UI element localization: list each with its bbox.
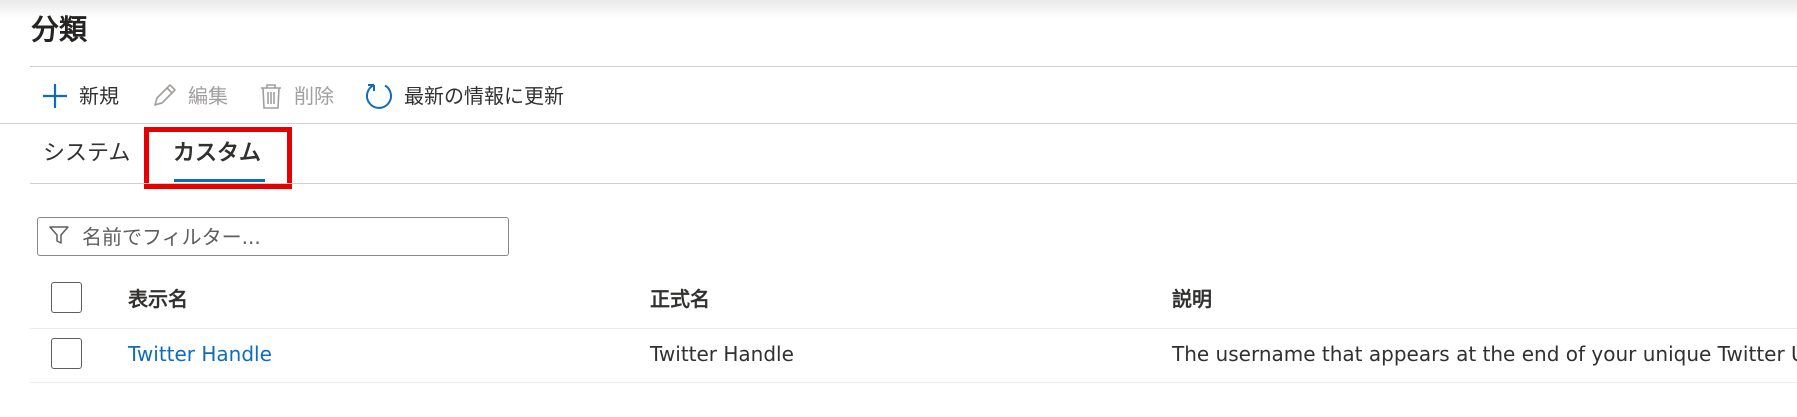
- row-divider: [30, 382, 1797, 383]
- column-header-formal-name[interactable]: 正式名: [650, 283, 710, 315]
- filter-icon: [48, 224, 70, 250]
- column-header-description[interactable]: 説明: [1172, 283, 1212, 315]
- title-divider: [30, 66, 1797, 67]
- row-checkbox[interactable]: [51, 338, 82, 369]
- refresh-icon: [364, 81, 394, 111]
- edit-button[interactable]: 編集: [150, 78, 228, 114]
- filter-input[interactable]: [80, 223, 484, 250]
- row-display-name-link[interactable]: Twitter Handle: [128, 338, 272, 370]
- filter-box: [37, 217, 509, 256]
- refresh-button-label: 最新の情報に更新: [404, 84, 564, 108]
- tab-system[interactable]: システム: [43, 136, 130, 172]
- row-formal-name: Twitter Handle: [650, 342, 794, 366]
- toolbar-divider: [0, 123, 1797, 124]
- tabs-divider: [30, 183, 1797, 184]
- refresh-button[interactable]: 最新の情報に更新: [364, 78, 564, 114]
- delete-icon: [258, 82, 284, 110]
- edit-button-label: 編集: [188, 84, 228, 108]
- highlight-box: [144, 127, 292, 189]
- column-header-display-name[interactable]: 表示名: [128, 283, 188, 315]
- add-icon: [41, 82, 69, 110]
- select-all-checkbox[interactable]: [51, 282, 82, 313]
- new-button-label: 新規: [79, 84, 119, 108]
- delete-button[interactable]: 削除: [258, 78, 334, 114]
- delete-button-label: 削除: [294, 84, 334, 108]
- page-title: 分類: [31, 13, 88, 46]
- header-divider: [30, 328, 1797, 329]
- top-shadow: [0, 0, 1797, 18]
- row-description: The username that appears at the end of …: [1172, 342, 1797, 366]
- new-button[interactable]: 新規: [41, 78, 119, 114]
- edit-icon: [150, 82, 178, 110]
